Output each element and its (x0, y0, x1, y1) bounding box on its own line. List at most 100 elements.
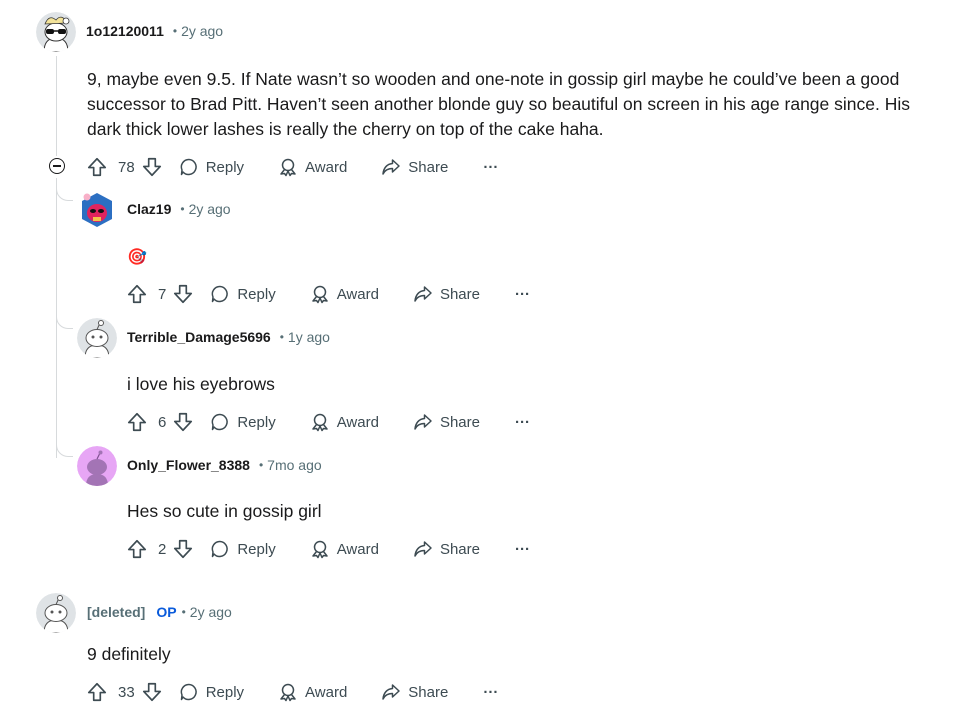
vote-count: 33 (118, 683, 135, 701)
share-button[interactable]: Share (413, 412, 480, 432)
reply-icon (210, 412, 230, 432)
downvote-icon[interactable] (172, 538, 194, 560)
reply-button[interactable]: Reply (179, 682, 244, 702)
award-icon (278, 682, 298, 702)
award-label: Award (336, 285, 379, 303)
comment-actions: 2 Reply Award Share ··· (126, 537, 530, 561)
thread-connector (56, 308, 73, 329)
reply-label: Reply (205, 158, 245, 176)
more-options-icon[interactable]: ··· (515, 541, 530, 558)
downvote-icon[interactable] (141, 156, 163, 178)
comment-actions: 78 Reply Award Share ··· (86, 155, 498, 179)
comment-meta: [deleted] OP • 2y ago (87, 604, 232, 620)
reply-button[interactable]: Reply (179, 157, 244, 177)
thread-connector (56, 180, 73, 201)
meta-separator: • (279, 330, 284, 344)
share-icon (381, 157, 401, 177)
avatar[interactable] (77, 318, 117, 358)
collapse-icon[interactable] (49, 158, 65, 174)
vote-count: 7 (158, 285, 167, 303)
comment-meta: Claz19 • 2y ago (127, 201, 231, 217)
more-options-icon[interactable]: ··· (515, 286, 530, 303)
reply-button[interactable]: Reply (210, 412, 276, 432)
share-label: Share (439, 540, 480, 558)
award-button[interactable]: Award (278, 157, 347, 177)
reply-icon (210, 284, 230, 304)
username[interactable]: Only_Flower_8388 (127, 457, 250, 473)
more-options-icon[interactable]: ··· (483, 159, 498, 176)
downvote-icon[interactable] (172, 283, 194, 305)
share-button[interactable]: Share (381, 157, 448, 177)
more-options-icon[interactable]: ··· (515, 414, 530, 431)
award-icon (310, 539, 330, 559)
share-label: Share (439, 413, 480, 431)
meta-separator: • (172, 24, 178, 38)
share-button[interactable]: Share (413, 284, 480, 304)
reply-icon (210, 539, 230, 559)
award-icon (278, 157, 298, 177)
reply-button[interactable]: Reply (210, 539, 276, 559)
award-icon (310, 284, 330, 304)
username[interactable]: 1o12120011 (86, 23, 164, 39)
vote-count: 78 (118, 158, 135, 176)
username[interactable]: [deleted] (87, 604, 145, 620)
share-icon (413, 284, 433, 304)
reply-icon (179, 682, 199, 702)
award-label: Award (336, 413, 379, 431)
comment-meta: Terrible_Damage5696 • 1y ago (127, 329, 330, 345)
share-label: Share (439, 285, 480, 303)
comment-meta: 1o12120011 • 2y ago (86, 23, 223, 39)
comment-body: 9 definitely (87, 644, 171, 664)
upvote-icon[interactable] (126, 283, 148, 305)
downvote-icon[interactable] (172, 411, 194, 433)
thread-connector (56, 436, 73, 457)
award-label: Award (336, 540, 379, 558)
upvote-icon[interactable] (126, 411, 148, 433)
downvote-icon[interactable] (141, 681, 163, 703)
comment-meta: Only_Flower_8388 • 7mo ago (127, 457, 322, 473)
timestamp[interactable]: 2y ago (181, 23, 223, 39)
meta-separator: • (258, 458, 264, 472)
comment-actions: 6 Reply Award Share ··· (126, 410, 530, 434)
share-icon (413, 539, 433, 559)
thread-line[interactable] (56, 56, 57, 156)
comment-actions: 7 Reply Award Share ··· (126, 282, 530, 306)
award-button[interactable]: Award (310, 412, 379, 432)
timestamp[interactable]: 7mo ago (267, 457, 321, 473)
username[interactable]: Terrible_Damage5696 (127, 329, 271, 345)
share-label: Share (408, 683, 449, 701)
share-icon (413, 412, 433, 432)
meta-separator: • (181, 605, 186, 619)
reply-label: Reply (237, 413, 276, 431)
comment-body: Hes so cute in gossip girl (127, 501, 322, 521)
award-label: Award (305, 158, 348, 176)
comment-thread: 1o12120011 • 2y ago 9, maybe even 9.5. I… (0, 0, 964, 728)
comment-actions: 33 Reply Award Share ··· (86, 680, 498, 704)
share-button[interactable]: Share (381, 682, 448, 702)
avatar[interactable] (36, 593, 76, 633)
upvote-icon[interactable] (86, 156, 108, 178)
timestamp[interactable]: 2y ago (190, 604, 232, 620)
avatar[interactable] (77, 446, 117, 486)
more-options-icon[interactable]: ··· (483, 684, 498, 701)
timestamp[interactable]: 1y ago (288, 329, 330, 345)
share-button[interactable]: Share (413, 539, 480, 559)
reply-label: Reply (237, 540, 276, 558)
avatar[interactable] (77, 190, 117, 230)
award-button[interactable]: Award (278, 682, 347, 702)
award-button[interactable]: Award (310, 284, 379, 304)
reply-button[interactable]: Reply (210, 284, 276, 304)
username[interactable]: Claz19 (127, 201, 171, 217)
award-icon (310, 412, 330, 432)
award-button[interactable]: Award (310, 539, 379, 559)
award-label: Award (305, 683, 348, 701)
reply-label: Reply (205, 683, 245, 701)
upvote-icon[interactable] (126, 538, 148, 560)
comment-body: 🎯 (127, 249, 147, 266)
vote-count: 2 (158, 540, 167, 558)
comment-body: 9, maybe even 9.5. If Nate wasn’t so woo… (87, 69, 910, 139)
comment-body: i love his eyebrows (127, 374, 275, 394)
timestamp[interactable]: 2y ago (189, 201, 231, 217)
avatar[interactable] (36, 12, 76, 52)
upvote-icon[interactable] (86, 681, 108, 703)
